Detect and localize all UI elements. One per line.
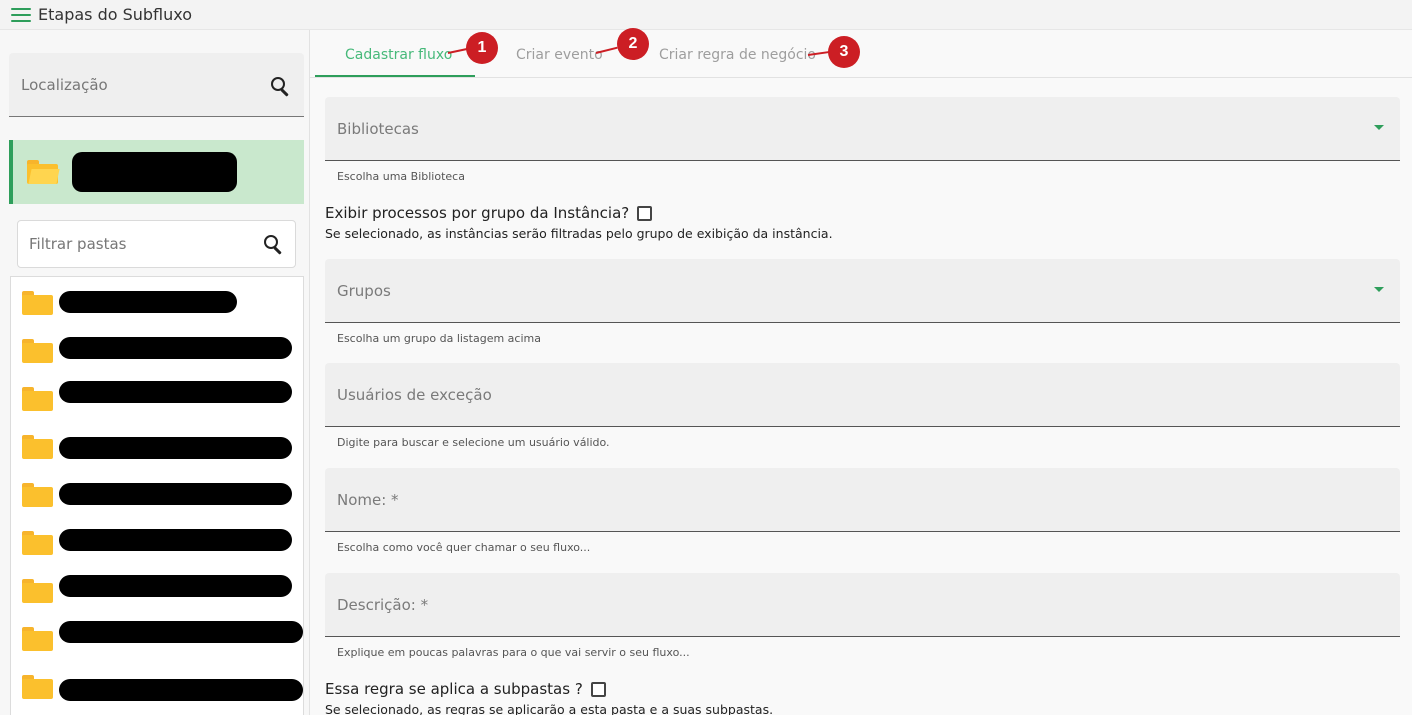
main-content: Cadastrar fluxo Criar evento Criar regra…: [310, 28, 1412, 715]
nome-label: Nome: *: [337, 490, 399, 509]
redacted-folder-name: [59, 621, 303, 643]
redacted-folder-name: [59, 529, 292, 551]
exibir-processos-label: Exibir processos por grupo da Instância?: [325, 204, 630, 222]
folder-list[interactable]: [10, 276, 304, 715]
grupos-label: Grupos: [337, 281, 391, 300]
step-marker-2: 2: [617, 28, 649, 60]
descricao-label: Descrição: *: [337, 595, 429, 614]
step-marker-3: 3: [828, 36, 860, 68]
list-item[interactable]: [11, 667, 303, 707]
folder-icon: [22, 387, 53, 411]
redacted-folder-name: [59, 337, 292, 359]
tab-criar-regra-negocio[interactable]: Criar regra de negócio: [659, 47, 816, 63]
subpastas-hint: Se selecionado, as regras se aplicarão a…: [325, 702, 774, 715]
subpastas-checkbox[interactable]: [590, 681, 606, 697]
list-item[interactable]: [11, 617, 303, 657]
list-item[interactable]: [11, 425, 303, 465]
filter-placeholder: Filtrar pastas: [29, 235, 127, 253]
tab-cadastrar-fluxo[interactable]: Cadastrar fluxo: [345, 47, 452, 63]
subpastas-row: Essa regra se aplica a subpastas ?: [325, 680, 606, 698]
list-item[interactable]: [11, 281, 303, 321]
location-label: Localização: [21, 75, 108, 94]
usuarios-excecao-label: Usuários de exceção: [337, 385, 492, 404]
grupos-hint: Escolha um grupo da listagem acima: [337, 332, 541, 345]
redacted-folder-name: [59, 381, 292, 403]
selected-folder[interactable]: [9, 140, 304, 204]
redacted-folder-name: [59, 483, 292, 505]
page-title: Etapas do Subfluxo: [38, 5, 193, 24]
search-icon[interactable]: [264, 235, 284, 255]
folder-icon: [22, 675, 53, 699]
folder-icon: [22, 627, 53, 651]
location-field[interactable]: Localização: [9, 53, 304, 117]
usuarios-excecao-input[interactable]: Usuários de exceção: [325, 363, 1400, 427]
usuarios-excecao-hint: Digite para buscar e selecione um usuári…: [337, 436, 610, 449]
nome-input[interactable]: Nome: *: [325, 468, 1400, 532]
list-item[interactable]: [11, 569, 303, 609]
list-item[interactable]: [11, 377, 303, 417]
tab-bar: Cadastrar fluxo Criar evento Criar regra…: [310, 28, 1412, 78]
folder-icon: [22, 291, 53, 315]
folder-icon: [22, 483, 53, 507]
bibliotecas-label: Bibliotecas: [337, 119, 419, 138]
nome-hint: Escolha como você quer chamar o seu flux…: [337, 541, 591, 554]
bibliotecas-select[interactable]: Bibliotecas: [325, 97, 1400, 161]
filter-folders-input[interactable]: Filtrar pastas: [17, 220, 296, 268]
exibir-processos-hint: Se selecionado, as instâncias serão filt…: [325, 226, 833, 241]
hamburger-menu-icon[interactable]: [11, 7, 31, 23]
dropdown-caret-icon: [1374, 125, 1384, 130]
grupos-select[interactable]: Grupos: [325, 259, 1400, 323]
exibir-processos-checkbox[interactable]: [637, 205, 653, 221]
exibir-processos-row: Exibir processos por grupo da Instância?: [325, 204, 653, 222]
folder-icon: [22, 339, 53, 363]
descricao-input[interactable]: Descrição: *: [325, 573, 1400, 637]
subpastas-label: Essa regra se aplica a subpastas ?: [325, 680, 583, 698]
tab-criar-evento[interactable]: Criar evento: [516, 47, 603, 63]
dropdown-caret-icon: [1374, 287, 1384, 292]
folder-icon: [22, 435, 53, 459]
redacted-folder-name: [72, 152, 237, 192]
folder-icon: [22, 531, 53, 555]
list-item[interactable]: [11, 473, 303, 513]
search-icon[interactable]: [271, 77, 291, 97]
bibliotecas-hint: Escolha uma Biblioteca: [337, 170, 465, 183]
redacted-folder-name: [59, 575, 292, 597]
descricao-hint: Explique em poucas palavras para o que v…: [337, 646, 690, 659]
redacted-folder-name: [59, 437, 292, 459]
sidebar: Localização Filtrar pastas: [0, 30, 310, 715]
folder-open-icon: [27, 160, 60, 184]
active-tab-indicator: [315, 75, 475, 77]
list-item[interactable]: [11, 521, 303, 561]
top-bar: Etapas do Subfluxo: [0, 0, 1412, 30]
step-marker-1: 1: [466, 32, 498, 64]
redacted-folder-name: [59, 291, 237, 313]
redacted-folder-name: [59, 679, 303, 701]
list-item[interactable]: [11, 329, 303, 369]
folder-icon: [22, 579, 53, 603]
